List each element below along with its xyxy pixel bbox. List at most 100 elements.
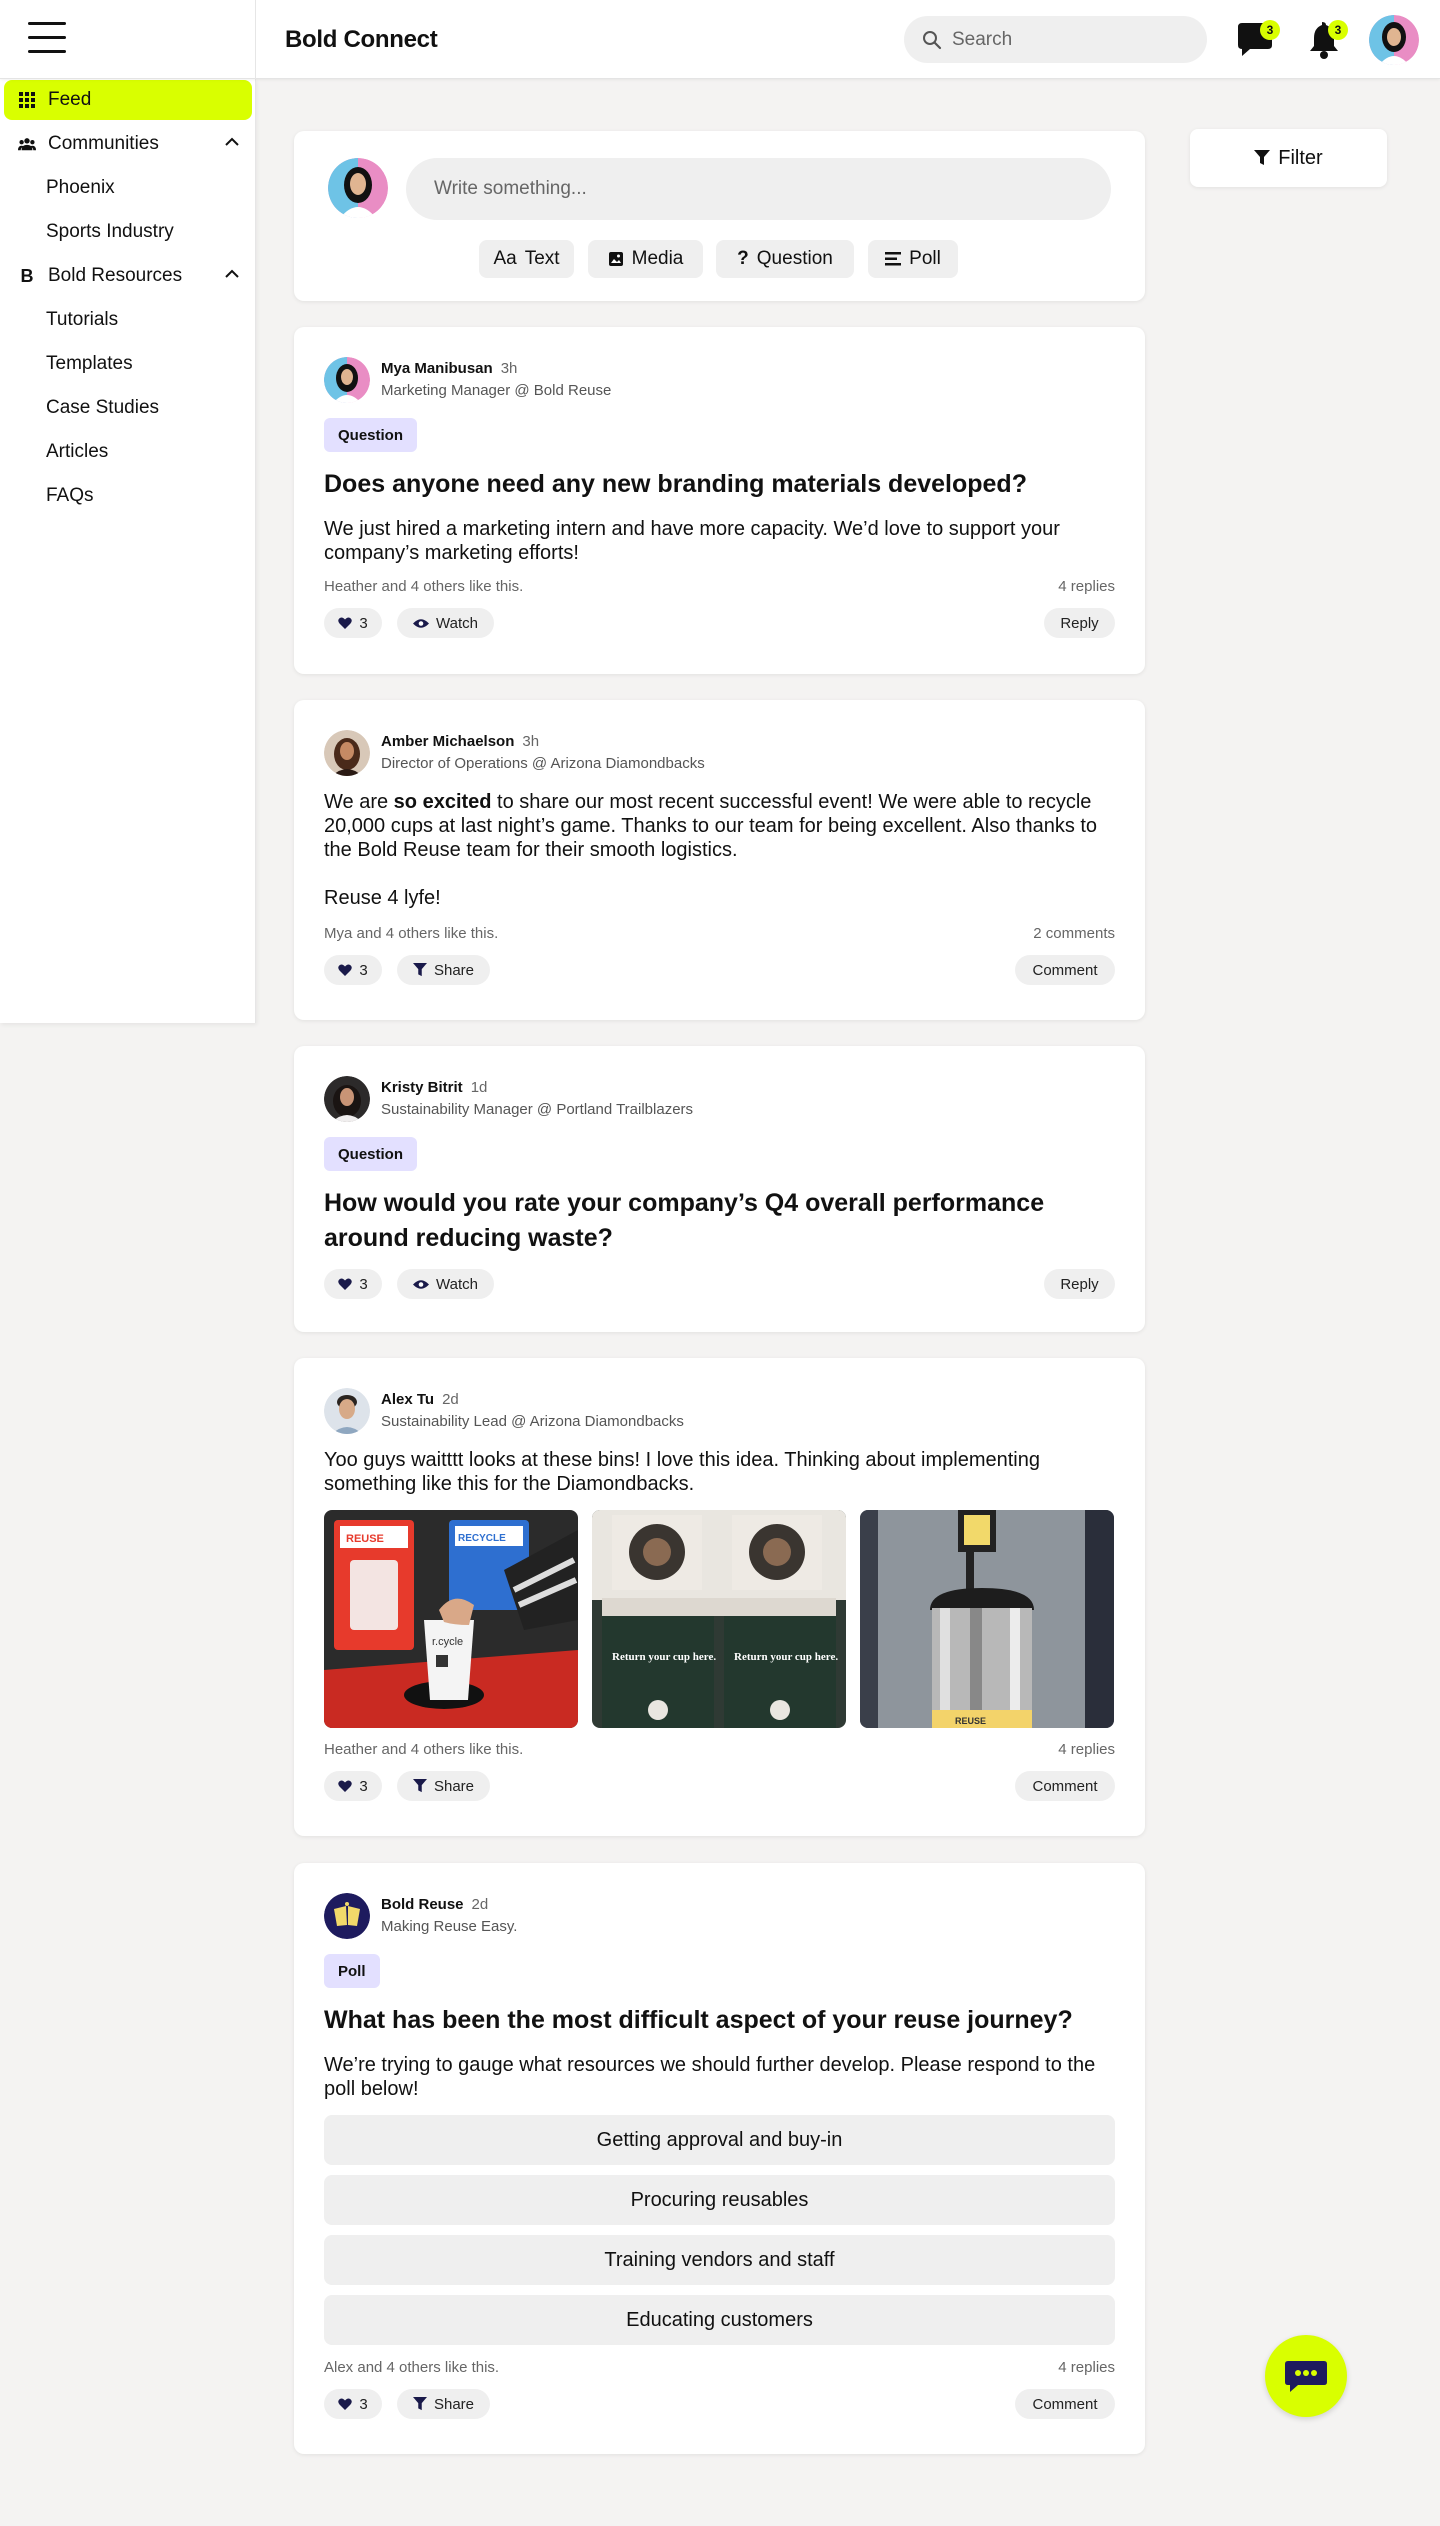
comment-button[interactable]: Comment [1015, 955, 1115, 985]
sidebar-item-faqs[interactable]: FAQs [46, 485, 94, 507]
post-meta: Mya and 4 others like this. 2 comments [324, 925, 1115, 942]
likes-text[interactable]: Alex and 4 others like this. [324, 2359, 499, 2376]
hamburger-icon[interactable] [28, 22, 66, 56]
post-image[interactable]: REUSE [860, 1510, 1114, 1728]
post-card: Bold Reuse 2d Making Reuse Easy. Poll Wha… [294, 1863, 1145, 2454]
poll-option[interactable]: Training vendors and staff [324, 2235, 1115, 2285]
sidebar-item-case-studies[interactable]: Case Studies [46, 397, 159, 419]
post-image[interactable]: REUSE RECYCLE r.cycle [324, 1510, 578, 1728]
post-body: We’re trying to gauge what resources we … [324, 2054, 1096, 2100]
poll-option[interactable]: Procuring reusables [324, 2175, 1115, 2225]
post-composer: Aa Text Media ? Question Poll [294, 131, 1145, 301]
like-count: 3 [359, 2395, 368, 2413]
search-box[interactable] [904, 16, 1207, 63]
replies-count[interactable]: 4 replies [1058, 1741, 1115, 1758]
share-button[interactable]: Share [397, 1771, 490, 1801]
avatar [328, 158, 388, 218]
sidebar-item-sports-industry[interactable]: Sports Industry [46, 221, 174, 243]
sidebar-item-bold-resources[interactable]: B Bold Resources [4, 256, 252, 296]
composer-poll-button[interactable]: Poll [868, 240, 958, 278]
like-button[interactable]: 3 [324, 608, 382, 638]
heart-icon [338, 1277, 353, 1290]
heart-icon [338, 963, 353, 976]
replies-count[interactable]: 4 replies [1058, 2359, 1115, 2376]
watch-button[interactable]: Watch [397, 608, 494, 638]
post-title: Does anyone need any new branding materi… [324, 470, 1027, 498]
sidebar-item-tutorials[interactable]: Tutorials [46, 309, 118, 331]
eye-icon [413, 618, 430, 628]
filter-label: Filter [1278, 146, 1323, 169]
poll-option[interactable]: Getting approval and buy-in [324, 2115, 1115, 2165]
author-name[interactable]: Mya Manibusan [381, 360, 493, 377]
avatar[interactable] [324, 357, 370, 403]
notifications-button[interactable]: 3 [1302, 18, 1348, 62]
sidebar-item-communities[interactable]: Communities [4, 124, 252, 164]
sidebar-item-phoenix[interactable]: Phoenix [46, 177, 115, 199]
share-label: Share [433, 961, 475, 979]
watch-button[interactable]: Watch [397, 1269, 494, 1299]
post-image-gallery: REUSE RECYCLE r.cycle Return your cup he… [324, 1510, 1115, 1728]
author-name[interactable]: Amber Michaelson [381, 733, 514, 750]
avatar[interactable] [324, 730, 370, 776]
watch-label: Watch [436, 1275, 478, 1293]
sidebar-item-articles[interactable]: Articles [46, 441, 108, 463]
reply-button[interactable]: Reply [1044, 608, 1115, 638]
author-role: Sustainability Lead @ Arizona Diamondbac… [381, 1413, 684, 1430]
post-card: Kristy Bitrit 1d Sustainability Manager @… [294, 1046, 1145, 1332]
share-button[interactable]: Share [397, 2389, 490, 2419]
messages-button[interactable]: 3 [1234, 18, 1280, 62]
author-name[interactable]: Kristy Bitrit [381, 1079, 463, 1096]
like-button[interactable]: 3 [324, 1269, 382, 1299]
eye-icon [413, 1279, 430, 1289]
like-button[interactable]: 3 [324, 1771, 382, 1801]
avatar[interactable] [324, 1893, 370, 1939]
user-avatar[interactable] [1369, 15, 1419, 65]
people-icon [18, 135, 36, 153]
reply-button[interactable]: Reply [1044, 1269, 1115, 1299]
comments-count[interactable]: 2 comments [1033, 925, 1115, 942]
chat-fab-button[interactable] [1265, 2335, 1347, 2417]
comment-button[interactable]: Comment [1015, 2389, 1115, 2419]
grid-icon [18, 91, 36, 109]
bin-label-reuse: REUSE [346, 1533, 384, 1545]
comment-button[interactable]: Comment [1015, 1771, 1115, 1801]
composer-text-button[interactable]: Aa Text [479, 240, 574, 278]
composer-media-button[interactable]: Media [588, 240, 703, 278]
post-time: 3h [522, 733, 540, 750]
search-input[interactable] [952, 28, 1192, 51]
sidebar-item-templates[interactable]: Templates [46, 353, 133, 375]
author-role: Making Reuse Easy. [381, 1918, 518, 1935]
composer-type-label: Question [756, 248, 833, 269]
likes-text[interactable]: Heather and 4 others like this. [324, 578, 523, 595]
chevron-up-icon[interactable] [224, 269, 240, 279]
poll-option[interactable]: Educating customers [324, 2295, 1115, 2345]
chevron-up-icon[interactable] [224, 137, 240, 147]
composer-input[interactable] [406, 158, 1111, 220]
post-title: How would you rate your company’s Q4 ove… [324, 1189, 1045, 1252]
like-button[interactable]: 3 [324, 955, 382, 985]
post-header: Bold Reuse 2d Making Reuse Easy. [324, 1893, 517, 1939]
avatar[interactable] [324, 1388, 370, 1434]
author-role: Sustainability Manager @ Portland Trailb… [381, 1101, 694, 1118]
composer-question-button[interactable]: ? Question [716, 240, 854, 278]
filter-button[interactable]: Filter [1190, 129, 1387, 187]
author-name[interactable]: Alex Tu [381, 1391, 434, 1408]
filter-icon [1254, 150, 1271, 165]
notifications-count-badge: 3 [1328, 20, 1348, 40]
avatar[interactable] [324, 1076, 370, 1122]
heart-icon [338, 2397, 353, 2410]
likes-text[interactable]: Heather and 4 others like this. [324, 1741, 523, 1758]
like-count: 3 [359, 1777, 368, 1795]
author-name[interactable]: Bold Reuse [381, 1896, 464, 1913]
post-image[interactable]: Return your cup here. Return your cup he… [592, 1510, 846, 1728]
post-time: 3h [500, 360, 518, 377]
share-button[interactable]: Share [397, 955, 490, 985]
post-header: Kristy Bitrit 1d Sustainability Manager @… [324, 1076, 693, 1122]
likes-text[interactable]: Mya and 4 others like this. [324, 925, 498, 942]
replies-count[interactable]: 4 replies [1058, 578, 1115, 595]
post-body-line: Reuse 4 lyfe! [324, 887, 441, 909]
text-icon: Aa [493, 248, 517, 269]
sidebar-item-feed[interactable]: Feed [4, 80, 252, 120]
return-cup-sign-2: Return your cup here. [734, 1651, 838, 1663]
like-button[interactable]: 3 [324, 2389, 382, 2419]
